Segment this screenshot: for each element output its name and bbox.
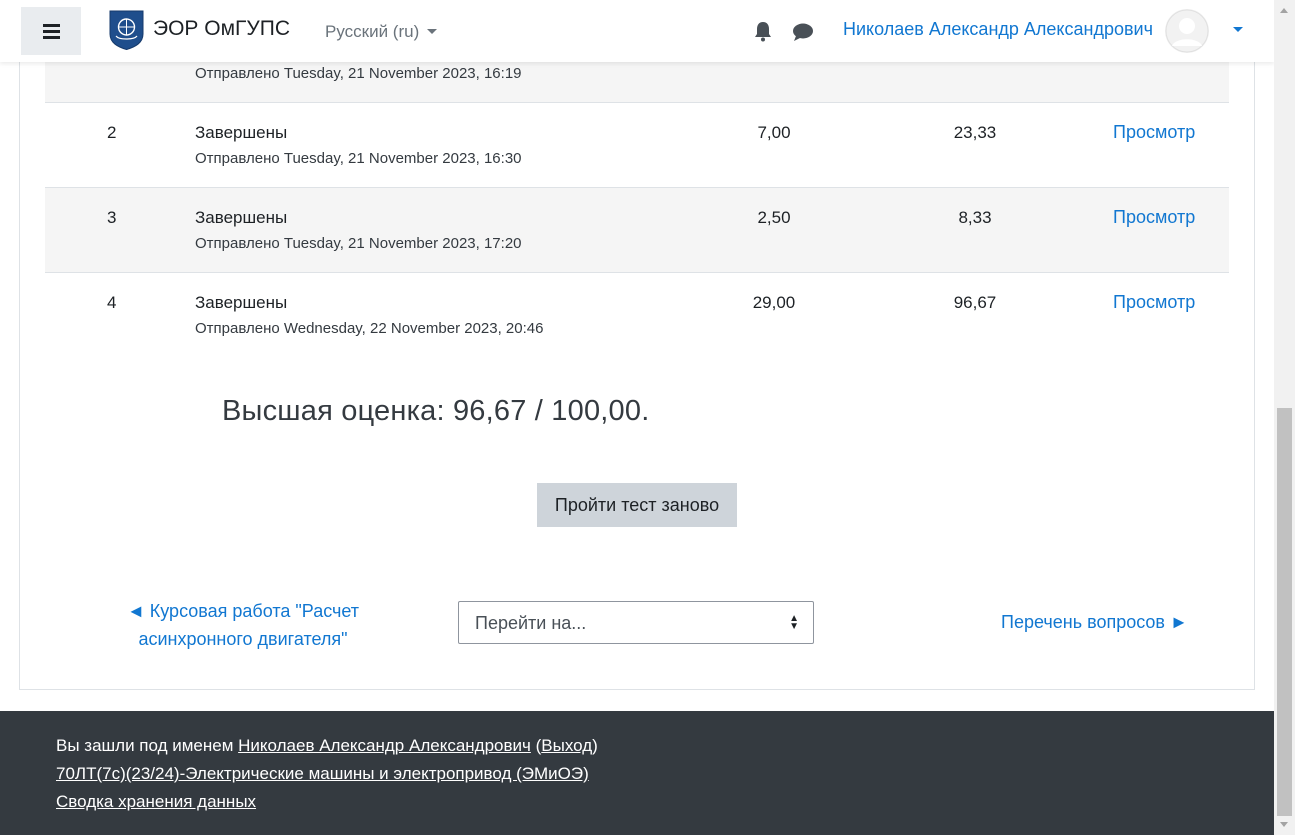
attempt-marks: 29,00 (752, 293, 796, 312)
table-row: 3 Завершены Отправлено Tuesday, 21 Novem… (45, 188, 1229, 273)
footer-course-link[interactable]: 70ЛТ(7с)(23/24)-Электрические машины и э… (56, 764, 589, 783)
data-retention-link[interactable]: Сводка хранения данных (56, 792, 256, 811)
logged-in-info: Вы зашли под именем Николаев Александр А… (56, 736, 598, 756)
scroll-down-arrow-icon[interactable] (1280, 822, 1288, 827)
logout-link[interactable]: Выход (541, 736, 592, 755)
language-label: Русский (ru) (325, 22, 420, 41)
language-menu[interactable]: Русский (ru) (325, 22, 438, 42)
menu-toggle-button[interactable] (21, 7, 81, 55)
attempt-grade: 8,33 (958, 208, 992, 227)
attempt-number: 2 (107, 123, 117, 142)
hamburger-icon (43, 36, 60, 39)
review-link[interactable]: Просмотр (1113, 207, 1195, 228)
footer-retention-line: Сводка хранения данных (56, 792, 256, 812)
messages-chat-icon[interactable] (792, 22, 814, 42)
review-link[interactable]: Просмотр (1113, 292, 1195, 313)
attempt-number: 3 (107, 208, 117, 227)
attempt-state: Завершены (195, 208, 288, 227)
user-avatar[interactable] (1165, 9, 1209, 53)
attempt-submitted: Отправлено Wednesday, 22 November 2023, … (195, 320, 544, 337)
university-logo-icon[interactable] (108, 10, 145, 50)
caret-down-icon (427, 29, 438, 34)
best-grade: Высшая оценка: 96,67 / 100,00. (222, 395, 650, 427)
previous-activity-link[interactable]: ◄ Курсовая работа "Расчет асинхронного д… (110, 597, 376, 653)
attempt-submitted: Отправлено Tuesday, 21 November 2023, 16… (195, 150, 522, 167)
page-scrollbar[interactable] (1274, 0, 1295, 835)
jump-to-value: Перейти на... (475, 613, 587, 633)
attempt-number: 4 (107, 293, 117, 312)
footer-course-line: 70ЛТ(7с)(23/24)-Электрические машины и э… (56, 764, 589, 784)
table-row: 4 Завершены Отправлено Wednesday, 22 Nov… (45, 273, 1229, 357)
attempt-submitted: Отправлено Tuesday, 21 November 2023, 17… (195, 235, 522, 252)
footer-user-link[interactable]: Николаев Александр Александрович (238, 736, 531, 755)
page: Отправлено Tuesday, 21 November 2023, 16… (0, 0, 1274, 835)
jump-to-select[interactable]: Перейти на... ▲ ▼ (458, 601, 814, 644)
logout-close-paren: ) (592, 736, 598, 755)
attempt-marks: 7,00 (757, 123, 791, 142)
logged-in-prefix: Вы зашли под именем (56, 736, 239, 755)
attempt-submitted: Отправлено Tuesday, 21 November 2023, 16… (195, 65, 522, 82)
user-menu-name[interactable]: Николаев Александр Александрович (843, 19, 1153, 40)
hamburger-icon (43, 24, 60, 27)
hamburger-icon (43, 30, 60, 33)
attempt-state: Завершены (195, 123, 288, 142)
user-menu-caret-icon[interactable] (1233, 27, 1243, 32)
retake-quiz-button[interactable]: Пройти тест заново (537, 483, 737, 527)
updown-arrows-icon: ▲ ▼ (789, 613, 799, 632)
site-name[interactable]: ЭОР ОмГУПС (153, 17, 290, 41)
attempt-grade: 96,67 (953, 293, 997, 312)
table-row: 2 Завершены Отправлено Tuesday, 21 Novem… (45, 103, 1229, 188)
previous-activity-line2: асинхронного двигателя" (138, 629, 348, 649)
attempt-marks: 2,50 (757, 208, 791, 227)
attempt-grade: 23,33 (953, 123, 997, 142)
next-activity-link[interactable]: Перечень вопросов ► (1001, 612, 1188, 633)
attempt-state: Завершены (195, 293, 288, 312)
scroll-up-arrow-icon[interactable] (1280, 8, 1288, 13)
user-avatar-icon (1165, 9, 1209, 53)
review-link[interactable]: Просмотр (1113, 122, 1195, 143)
notifications-bell-icon[interactable] (753, 20, 773, 42)
previous-activity-line1: ◄ Курсовая работа "Расчет (126, 601, 360, 621)
page-footer: Вы зашли под именем Николаев Александр А… (0, 711, 1274, 835)
scrollbar-thumb[interactable] (1277, 408, 1292, 816)
logout-open-paren: ( (530, 736, 542, 755)
top-navbar: ЭОР ОмГУПС Русский (ru) Николаев Алексан… (0, 0, 1274, 62)
